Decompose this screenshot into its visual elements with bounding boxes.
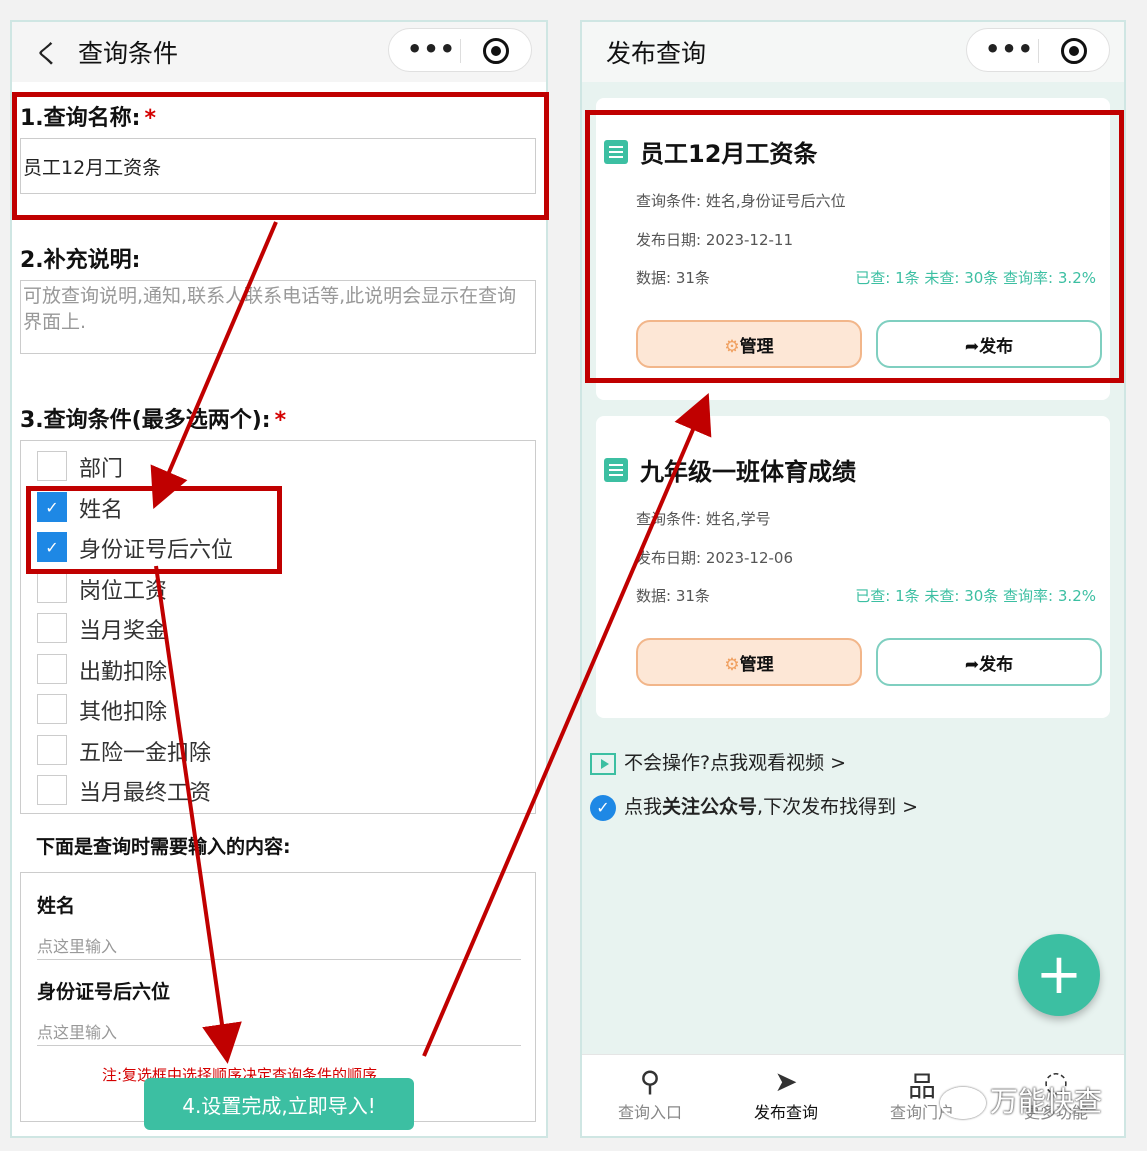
follow-prefix: 点我 <box>624 796 663 818</box>
condition-label: 岗位工资 <box>79 578 168 604</box>
mini-program-capsule: ••• <box>966 28 1110 72</box>
card-date: 发布日期: 2023-12-11 <box>636 231 793 249</box>
condition-label: 姓名 <box>79 497 124 523</box>
condition-checkbox-list: 部门 ✓ 姓名 ✓ 身份证号后六位 岗位工资当月奖金出勤扣除其他扣除五险一金扣除 当月最终工… <box>20 440 536 814</box>
verified-icon: ✓ <box>590 794 616 821</box>
help-video-text: 不会操作?点我观看视频 > <box>624 752 847 774</box>
import-button[interactable]: 4.设置完成,立即导入! <box>144 1078 414 1130</box>
navbar: く 查询条件 ••• <box>12 22 546 82</box>
checkbox[interactable] <box>37 734 67 765</box>
publish-query-screen: 发布查询 ••• 员工12月工资条 查询条件: 姓名,身份证号后六位 发布日期:… <box>580 20 1126 1138</box>
field-label-id-last6: 身份证号后六位 <box>37 981 171 1003</box>
query-name-label-text: 1.查询名称: <box>20 106 141 131</box>
publish-button[interactable]: ➦发布 <box>876 320 1102 368</box>
watermark: 万能快查 <box>940 1080 1102 1120</box>
query-name-label: 1.查询名称: * <box>20 100 156 132</box>
send-icon: ➤ <box>774 1065 798 1098</box>
page-title: 查询条件 <box>78 39 179 68</box>
publish-button[interactable]: ➦发布 <box>876 638 1102 686</box>
follow-bold: 关注公众号 <box>662 796 758 818</box>
tab-query-entry[interactable]: ⚲ 查询入口 <box>590 1065 710 1123</box>
publish-label: 发布 <box>979 336 1014 357</box>
capsule-divider <box>460 39 461 63</box>
card-stats: 已查: 1条 未查: 30条 查询率: 3.2% <box>855 269 1096 287</box>
condition-setup-screen: く 查询条件 ••• 1.查询名称: * 员工12月工资条 2.补充说明: 可放查… <box>10 20 548 1138</box>
checkbox[interactable] <box>37 694 67 724</box>
gear-icon: ⚙ <box>724 654 740 675</box>
search-icon: ⚲ <box>639 1065 661 1098</box>
video-icon <box>590 752 616 775</box>
manage-label: 管理 <box>739 654 774 675</box>
condition-label: 五险一金扣除 <box>79 740 212 766</box>
condition-label-text: 3.查询条件(最多选两个): <box>20 408 271 433</box>
description-label: 2.补充说明: <box>20 248 141 273</box>
query-card[interactable]: 九年级一班体育成绩 查询条件: 姓名,学号 发布日期: 2023-12-06 数… <box>596 416 1110 718</box>
close-target-icon[interactable] <box>483 38 509 64</box>
query-name-input[interactable]: 员工12月工资条 <box>20 138 536 194</box>
tab-publish-query[interactable]: ➤ 发布查询 <box>726 1065 846 1123</box>
field-label-name: 姓名 <box>37 895 76 917</box>
condition-label: 当月最终工资 <box>79 781 212 806</box>
watermark-text: 万能快查 <box>990 1085 1103 1118</box>
add-query-button[interactable]: + <box>1018 934 1100 1016</box>
condition-label: 当月奖金 <box>79 619 168 644</box>
gear-icon: ⚙ <box>724 336 740 357</box>
condition-label: 部门 <box>79 457 124 482</box>
condition-label: 身份证号后六位 <box>79 538 234 563</box>
card-count: 数据: 31条 <box>636 587 710 605</box>
checkbox-checked[interactable]: ✓ <box>37 532 67 562</box>
checkbox[interactable] <box>37 572 67 603</box>
help-video-link[interactable]: 不会操作?点我观看视频 > <box>590 748 846 775</box>
tab-label: 发布查询 <box>753 1103 818 1122</box>
wechat-icon <box>940 1087 986 1119</box>
share-icon: ➦ <box>964 336 980 357</box>
mini-program-capsule: ••• <box>388 28 532 72</box>
checkbox[interactable] <box>37 775 67 805</box>
description-textarea[interactable]: 可放查询说明,通知,联系人联系电话等,此说明会显示在查询界面上. <box>20 280 536 354</box>
required-mark: * <box>274 408 287 433</box>
tab-label: 查询入口 <box>617 1103 682 1122</box>
manage-button[interactable]: ⚙管理 <box>636 320 862 368</box>
back-icon[interactable]: く <box>34 34 60 71</box>
more-icon[interactable]: ••• <box>985 35 1034 63</box>
more-icon[interactable]: ••• <box>407 35 456 63</box>
card-conditions: 查询条件: 姓名,学号 <box>636 510 771 528</box>
list-icon <box>604 458 628 482</box>
manage-button[interactable]: ⚙管理 <box>636 638 862 686</box>
condition-label: 出勤扣除 <box>79 659 168 685</box>
card-date: 发布日期: 2023-12-06 <box>636 549 793 567</box>
field-input-id-last6[interactable]: 点这里输入 <box>37 1019 117 1043</box>
field-input-name[interactable]: 点这里输入 <box>37 933 117 957</box>
list-icon <box>604 140 628 164</box>
page-title: 发布查询 <box>606 39 707 68</box>
share-icon: ➦ <box>964 654 980 675</box>
card-title: 九年级一班体育成绩 <box>640 458 856 486</box>
divider <box>37 959 521 960</box>
condition-label: 其他扣除 <box>79 700 168 725</box>
follow-account-link[interactable]: ✓ 点我关注公众号,下次发布找得到 > <box>590 792 918 821</box>
capsule-divider <box>1038 39 1039 63</box>
checkbox-checked[interactable]: ✓ <box>37 491 67 522</box>
card-stats: 已查: 1条 未查: 30条 查询率: 3.2% <box>855 587 1096 605</box>
condition-label: 3.查询条件(最多选两个): * <box>20 402 286 434</box>
input-section-title: 下面是查询时需要输入的内容: <box>36 836 291 858</box>
divider <box>37 1045 521 1046</box>
follow-suffix: ,下次发布找得到 > <box>757 796 919 818</box>
publish-label: 发布 <box>979 654 1014 675</box>
card-title: 员工12月工资条 <box>640 140 818 168</box>
checkbox[interactable] <box>37 613 67 643</box>
checkbox[interactable] <box>37 451 67 481</box>
close-target-icon[interactable] <box>1061 38 1087 64</box>
navbar: 发布查询 ••• <box>582 22 1124 82</box>
required-mark: * <box>144 106 156 131</box>
manage-label: 管理 <box>739 336 774 357</box>
checkbox[interactable] <box>37 653 67 684</box>
card-count: 数据: 31条 <box>636 269 710 287</box>
card-conditions: 查询条件: 姓名,身份证号后六位 <box>636 192 846 210</box>
query-card[interactable]: 员工12月工资条 查询条件: 姓名,身份证号后六位 发布日期: 2023-12-… <box>596 98 1110 400</box>
